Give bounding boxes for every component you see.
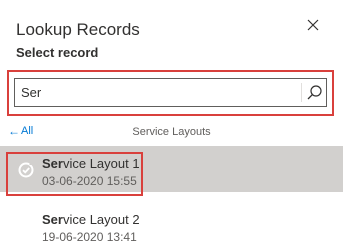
record-date: 19-06-2020 13:41 <box>42 230 137 244</box>
panel-subtitle: Select record <box>16 45 99 60</box>
record-title: Service Layout 1 <box>42 156 140 171</box>
record-row[interactable]: Service Layout 2 19-06-2020 13:41 <box>0 205 343 250</box>
search-box[interactable] <box>14 78 327 107</box>
panel-title: Lookup Records <box>16 20 140 39</box>
search-icon[interactable] <box>306 84 323 101</box>
record-title-match: Ser <box>42 212 63 227</box>
record-date: 03-06-2020 15:55 <box>42 174 137 188</box>
record-title-rest: vice Layout 2 <box>62 212 140 227</box>
check-circle-icon <box>18 162 34 178</box>
record-title-match: Ser <box>42 156 63 171</box>
search-input[interactable] <box>15 79 295 106</box>
record-row[interactable]: Service Layout 1 03-06-2020 15:55 <box>0 146 343 192</box>
search-divider <box>301 83 302 102</box>
record-title: Service Layout 2 <box>42 212 140 227</box>
record-title-rest: vice Layout 1 <box>62 156 140 171</box>
close-icon[interactable] <box>306 18 320 32</box>
section-label: Service Layouts <box>132 126 211 138</box>
